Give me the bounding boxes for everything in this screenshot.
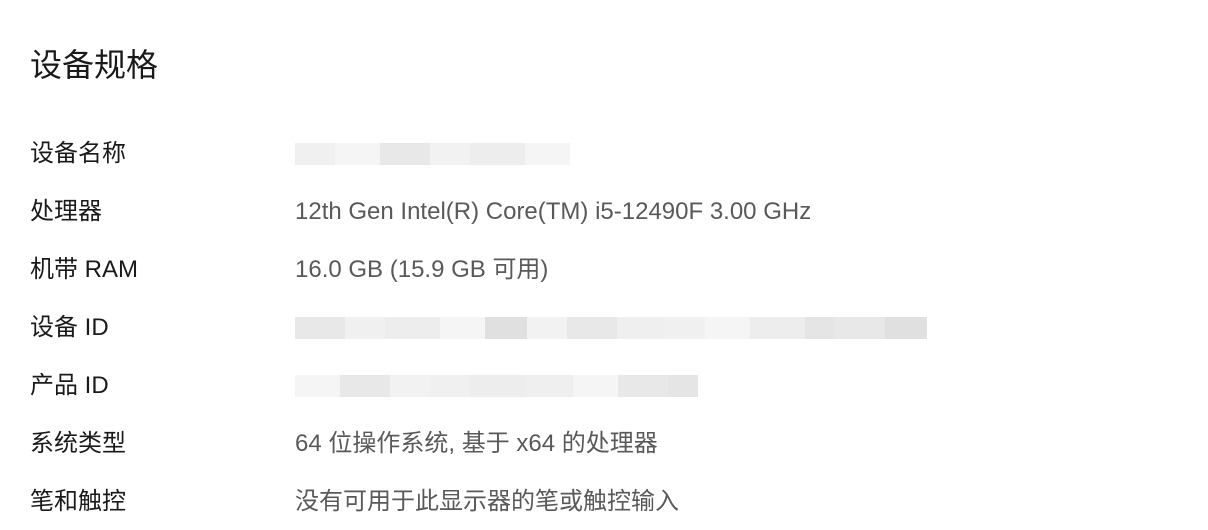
spec-label-ram: 机带 RAM — [30, 252, 295, 288]
spec-row-processor: 处理器 12th Gen Intel(R) Core(TM) i5-12490F… — [30, 194, 1178, 230]
spec-row-ram: 机带 RAM 16.0 GB (15.9 GB 可用) — [30, 252, 1178, 288]
spec-label-processor: 处理器 — [30, 194, 295, 230]
spec-value-system-type: 64 位操作系统, 基于 x64 的处理器 — [295, 426, 658, 462]
spec-label-system-type: 系统类型 — [30, 426, 295, 462]
spec-row-product-id: 产品 ID — [30, 368, 1178, 404]
spec-value-processor: 12th Gen Intel(R) Core(TM) i5-12490F 3.0… — [295, 194, 811, 230]
spec-value-device-name-redacted — [295, 140, 570, 168]
spec-label-device-id: 设备 ID — [30, 310, 295, 346]
spec-label-pen-touch: 笔和触控 — [30, 484, 295, 520]
spec-label-product-id: 产品 ID — [30, 368, 295, 404]
spec-value-ram: 16.0 GB (15.9 GB 可用) — [295, 252, 548, 288]
spec-row-system-type: 系统类型 64 位操作系统, 基于 x64 的处理器 — [30, 426, 1178, 462]
spec-row-pen-touch: 笔和触控 没有可用于此显示器的笔或触控输入 — [30, 484, 1178, 520]
spec-label-device-name: 设备名称 — [30, 136, 295, 172]
device-specs-heading: 设备规格 — [30, 40, 1178, 86]
spec-row-device-id: 设备 ID — [30, 310, 1178, 346]
spec-value-product-id-redacted — [295, 372, 698, 400]
spec-value-pen-touch: 没有可用于此显示器的笔或触控输入 — [295, 484, 679, 520]
spec-value-device-id-redacted — [295, 314, 927, 342]
spec-row-device-name: 设备名称 — [30, 136, 1178, 172]
